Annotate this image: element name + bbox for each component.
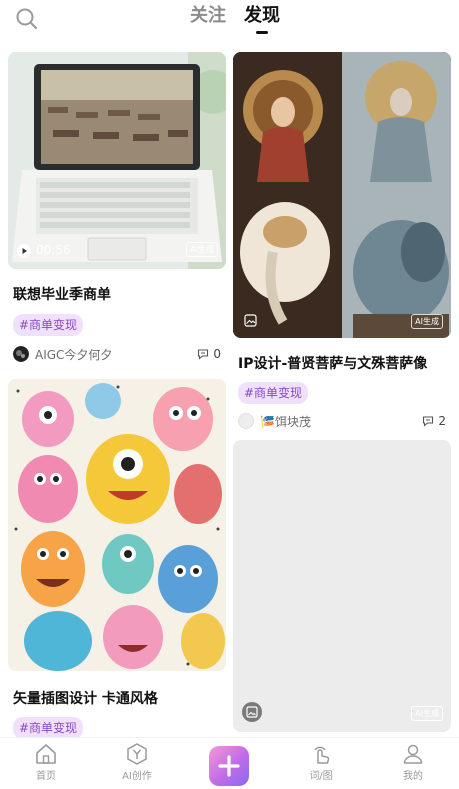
plus-icon bbox=[218, 755, 240, 777]
nav-prompt[interactable]: 词/图 bbox=[291, 742, 351, 782]
tab-follow-label: 关注 bbox=[190, 5, 226, 26]
home-icon bbox=[36, 744, 56, 764]
card-thumbnail[interactable]: AI生成 bbox=[233, 52, 451, 338]
comment-icon[interactable] bbox=[197, 348, 209, 360]
video-duration: 00:56 bbox=[36, 243, 71, 257]
card-thumbnail-placeholder[interactable]: AI生成 bbox=[233, 440, 451, 732]
feed-card[interactable]: AI生成 IP设计-普贤菩萨与文殊菩萨像 #商单变现 🎏饵块茂 2 bbox=[233, 52, 451, 430]
topic-tag[interactable]: #商单变现 bbox=[13, 717, 84, 739]
topic-tag[interactable]: #商单变现 bbox=[13, 314, 84, 336]
image-set-icon bbox=[244, 314, 257, 327]
bottom-nav: 首页 AI创作 词/图 我的 bbox=[0, 737, 459, 789]
cartoon-monsters-image bbox=[8, 379, 226, 671]
feed-column-right: AI生成 IP设计-普贤菩萨与文殊菩萨像 #商单变现 🎏饵块茂 2 AI生成 bbox=[233, 52, 451, 732]
top-bar: 关注 发现 bbox=[0, 0, 459, 48]
card-thumbnail[interactable] bbox=[8, 379, 226, 671]
comment-count: 2 bbox=[438, 414, 446, 428]
author-name[interactable]: 🎏饵块茂 bbox=[260, 413, 422, 430]
card-meta: AIGC今夕何夕 0 bbox=[8, 345, 226, 363]
image-set-icon bbox=[242, 702, 262, 722]
profile-icon bbox=[403, 744, 423, 764]
comment-count: 0 bbox=[213, 347, 221, 361]
tab-discover-label: 发现 bbox=[244, 5, 280, 26]
nav-prompt-label: 词/图 bbox=[309, 771, 333, 782]
feed-card[interactable]: 00:56 AI生成 联想毕业季商单 #商单变现 AIGC今夕何夕 0 bbox=[8, 52, 226, 363]
ai-generated-badge: AI生成 bbox=[411, 314, 443, 329]
laptop-image bbox=[8, 52, 226, 269]
nav-profile[interactable]: 我的 bbox=[383, 742, 443, 782]
tab-bar: 关注 发现 bbox=[190, 4, 280, 34]
tab-follow[interactable]: 关注 bbox=[190, 4, 226, 34]
ai-generated-badge: AI生成 bbox=[186, 242, 218, 257]
author-avatar[interactable] bbox=[238, 413, 254, 429]
card-title: IP设计-普贤菩萨与文殊菩萨像 bbox=[238, 356, 428, 372]
feed-card[interactable]: 矢量插图设计 卡通风格 #商单变现 bbox=[8, 379, 226, 739]
author-avatar[interactable] bbox=[13, 346, 29, 362]
discover-screen: 关注 发现 00:56 AI生成 联想毕业季商单 #商单变现 AIGC今夕何夕 … bbox=[0, 0, 459, 789]
card-title: 联想毕业季商单 bbox=[13, 287, 111, 303]
ai-create-icon bbox=[127, 743, 147, 765]
prompt-icon bbox=[314, 746, 330, 764]
ai-generated-badge: AI生成 bbox=[411, 706, 443, 721]
feed-column-left: 00:56 AI生成 联想毕业季商单 #商单变现 AIGC今夕何夕 0 矢量插图… bbox=[8, 52, 226, 739]
comment-icon[interactable] bbox=[422, 415, 434, 427]
nav-ai-create[interactable]: AI创作 bbox=[107, 742, 167, 782]
create-post-button[interactable] bbox=[209, 746, 249, 786]
card-thumbnail[interactable]: 00:56 AI生成 bbox=[8, 52, 226, 269]
nav-home[interactable]: 首页 bbox=[16, 742, 76, 782]
nav-ai-create-label: AI创作 bbox=[122, 771, 152, 782]
feed-card[interactable]: AI生成 bbox=[233, 440, 451, 732]
nav-profile-label: 我的 bbox=[403, 771, 423, 782]
card-meta: 🎏饵块茂 2 bbox=[233, 412, 451, 430]
bodhisattva-statues-image bbox=[233, 52, 451, 338]
nav-home-label: 首页 bbox=[36, 771, 56, 782]
play-icon[interactable] bbox=[17, 244, 31, 258]
active-tab-indicator bbox=[256, 31, 268, 34]
tab-discover[interactable]: 发现 bbox=[244, 4, 280, 34]
search-icon[interactable] bbox=[14, 6, 40, 32]
card-title: 矢量插图设计 卡通风格 bbox=[13, 691, 158, 707]
topic-tag[interactable]: #商单变现 bbox=[238, 382, 309, 404]
author-name[interactable]: AIGC今夕何夕 bbox=[35, 346, 197, 363]
